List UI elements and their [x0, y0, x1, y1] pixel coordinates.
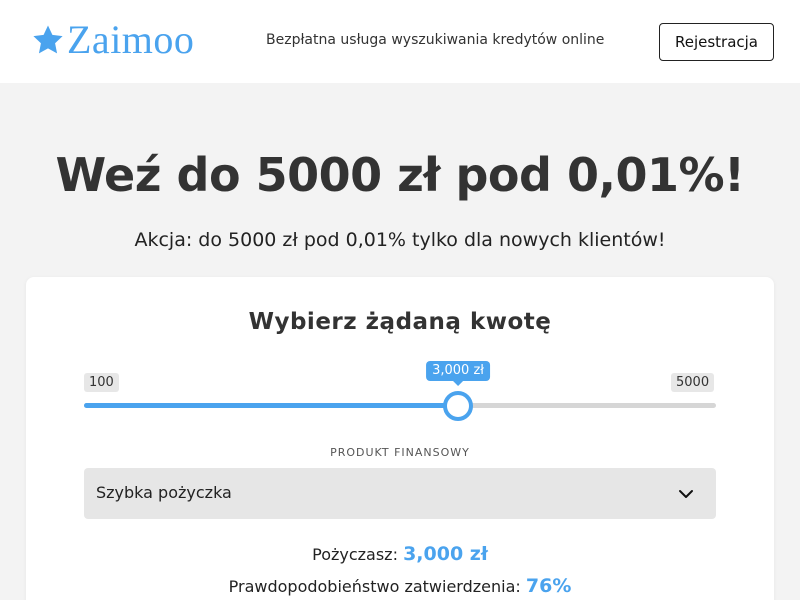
borrow-amount: 3,000 zł	[403, 543, 488, 565]
top-header: Zaimoo Bezpłatna usługa wyszukiwania kre…	[0, 0, 800, 83]
logo[interactable]: Zaimoo	[31, 19, 194, 61]
tagline: Bezpłatna usługa wyszukiwania kredytów o…	[266, 32, 605, 48]
product-label: PRODUKT FINANSOWY	[330, 446, 470, 459]
slider-min-label: 100	[84, 373, 119, 392]
amount-slider-fill	[84, 403, 459, 408]
amount-slider-thumb[interactable]	[443, 391, 474, 421]
calculator-title: Wybierz żądaną kwotę	[248, 309, 552, 335]
register-button[interactable]: Rejestracja	[659, 23, 774, 61]
approval-percentage: 76%	[525, 575, 572, 597]
approval-label: Prawdopodobieństwo zatwierdzenia:	[228, 577, 521, 596]
amount-slider-value-bubble: 3,000 zł	[426, 361, 490, 386]
amount-slider-track[interactable]	[84, 403, 716, 408]
chevron-down-icon	[679, 490, 693, 498]
slider-max-label: 5000	[671, 373, 715, 392]
borrow-summary: Pożyczasz: 3,000 zł	[0, 543, 800, 565]
page-title: Weź do 5000 zł pod 0,01%!	[55, 148, 745, 202]
star-icon	[33, 25, 63, 54]
page-subtitle: Akcja: do 5000 zł pod 0,01% tylko dla no…	[134, 229, 666, 251]
approval-summary: Prawdopodobieństwo zatwierdzenia: 76%	[0, 575, 800, 597]
logo-text: Zaimoo	[67, 17, 195, 62]
borrow-label: Pożyczasz:	[312, 545, 398, 564]
product-select[interactable]: Szybka pożyczka	[84, 468, 716, 519]
product-select-value: Szybka pożyczka	[96, 483, 232, 502]
